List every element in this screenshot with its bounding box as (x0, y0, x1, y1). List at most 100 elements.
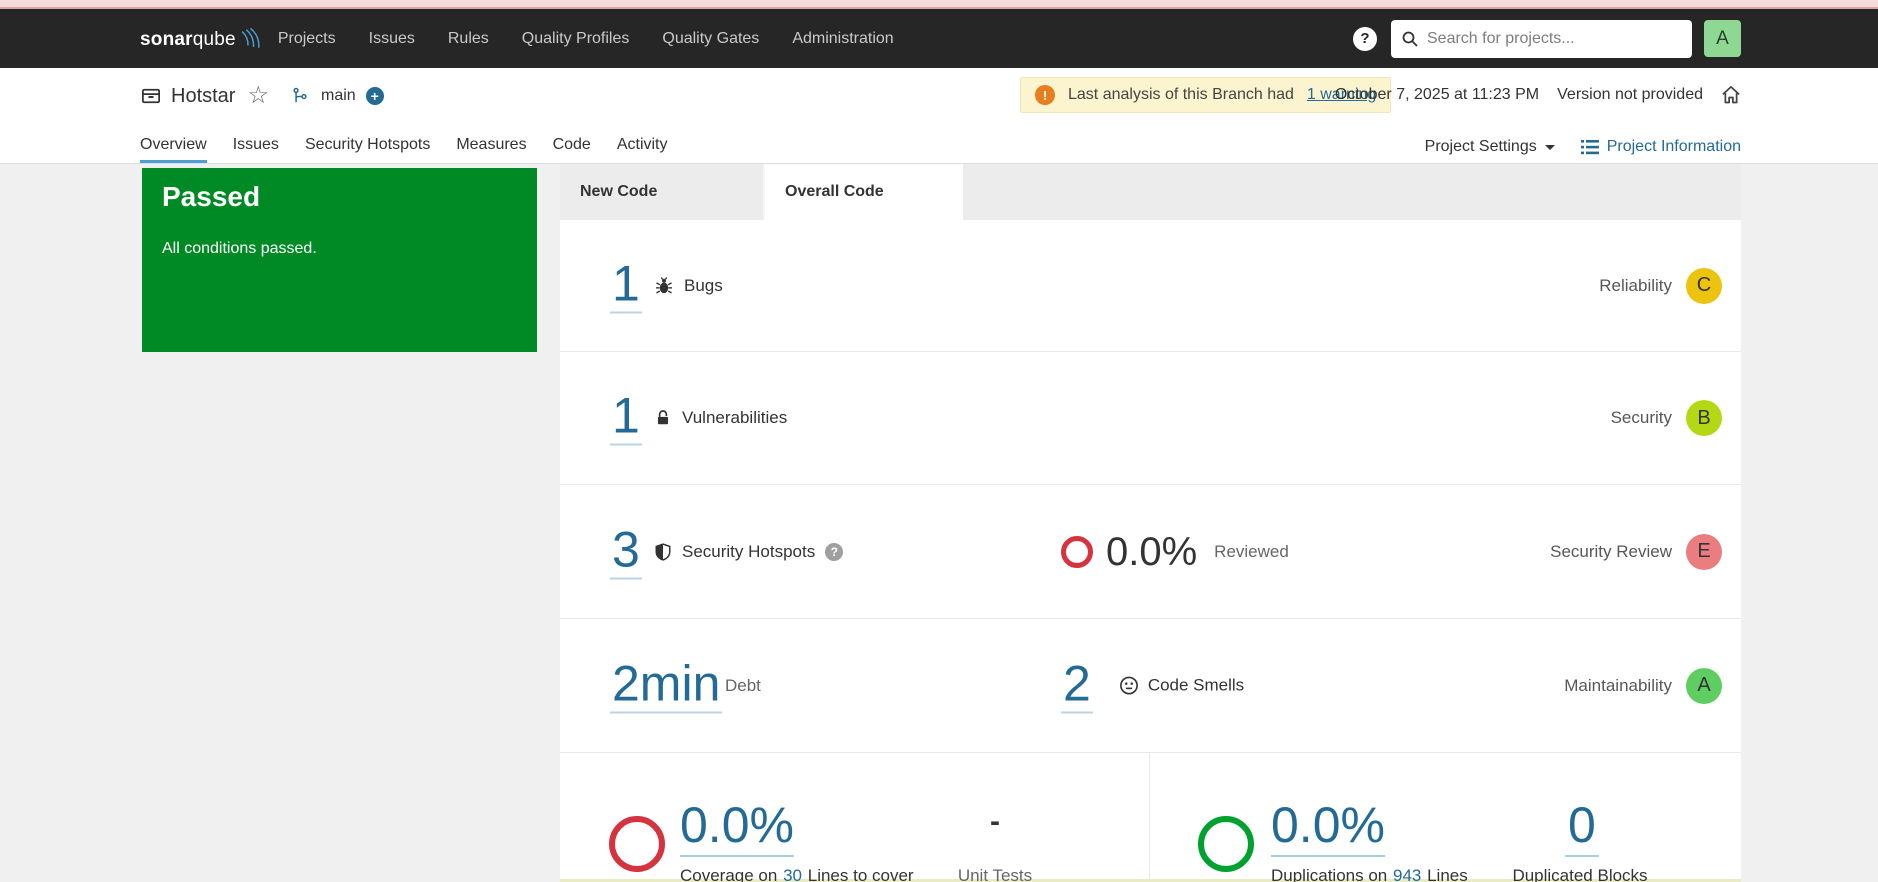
tab-overall-code[interactable]: Overall Code (765, 164, 963, 220)
maintainability-rating-group: Maintainability A (1564, 667, 1722, 704)
project-title: Hotstar (171, 84, 236, 107)
analysis-meta: October 7, 2025 at 11:23 PM Version not … (1335, 77, 1741, 113)
project-tabs: Overview Issues Security Hotspots Measur… (140, 136, 668, 163)
shield-icon (655, 542, 671, 561)
add-branch-button[interactable]: + (365, 87, 384, 105)
coverage-label: Coverage on 30 Lines to cover (680, 866, 914, 882)
hotspots-count-link[interactable]: 3 (610, 524, 642, 579)
home-icon[interactable] (1721, 85, 1741, 105)
project-information-button[interactable]: Project Information (1580, 138, 1741, 156)
help-icon[interactable]: ? (1353, 26, 1377, 51)
project-settings-dropdown[interactable]: Project Settings (1425, 138, 1555, 156)
hotspots-help-icon[interactable]: ? (825, 542, 844, 561)
logo-swoosh-icon (241, 28, 260, 48)
overview-content: Passed All conditions passed. New Code O… (0, 164, 1878, 882)
sonarqube-app: sonar qube Projects Issues Rules Quality … (0, 0, 1878, 882)
reviewed-label: Reviewed (1214, 541, 1289, 561)
nav-item-issues[interactable]: Issues (369, 30, 415, 48)
reviewed-ring-icon (1061, 535, 1093, 568)
logo-text-light: qube (192, 29, 236, 50)
security-review-rating-badge[interactable]: E (1686, 533, 1722, 570)
chevron-down-icon (1544, 144, 1555, 155)
browser-top-strip (0, 0, 1878, 9)
search-icon (1402, 31, 1418, 47)
coverage-label-after: Lines to cover (807, 866, 914, 882)
duplications-label-before: Duplications on (1271, 866, 1388, 882)
tab-security-hotspots[interactable]: Security Hotspots (305, 136, 430, 163)
measures-panel: New Code Overall Code 1 Bugs Reliability… (560, 164, 1741, 882)
project-header-actions: Project Settings Project Information (1425, 138, 1741, 156)
tab-strip-filler (963, 164, 1741, 220)
nav-item-projects[interactable]: Projects (278, 30, 336, 48)
bugs-row: 1 Bugs Reliability C (560, 220, 1741, 352)
branch-selector[interactable]: main (321, 87, 356, 105)
coverage-value-link[interactable]: 0.0% (680, 800, 794, 857)
top-navbar: sonar qube Projects Issues Rules Quality … (0, 9, 1878, 68)
warning-icon: ! (1035, 85, 1055, 105)
duplications-value-link[interactable]: 0.0% (1271, 800, 1385, 857)
security-review-rating-group: Security Review E (1550, 533, 1722, 570)
bugs-label-group: Bugs (654, 276, 723, 296)
code-smells-icon (1119, 676, 1138, 695)
maintainability-rating-badge[interactable]: A (1686, 667, 1722, 704)
security-hotspots-row: 3 Security Hotspots ? 0.0% Reviewed Secu… (560, 485, 1741, 619)
hotspots-label: Security Hotspots (682, 541, 816, 561)
code-smells-label: Code Smells (1147, 675, 1245, 695)
tab-new-code[interactable]: New Code (560, 164, 763, 220)
lines-to-cover-link[interactable]: 30 (782, 866, 803, 882)
unit-tests-label: Unit Tests (957, 866, 1033, 882)
security-rating-badge[interactable]: B (1686, 400, 1722, 436)
duplications-ring-icon (1198, 816, 1254, 872)
vulnerabilities-count-link[interactable]: 1 (610, 391, 642, 446)
duplicated-lines-link[interactable]: 943 (1391, 866, 1423, 882)
duplicated-blocks-count-link[interactable]: 0 (1565, 800, 1599, 857)
reviewed-value: 0.0% (1106, 529, 1198, 574)
nav-item-administration[interactable]: Administration (792, 30, 893, 48)
reliability-rating-group: Reliability C (1599, 267, 1722, 304)
tab-measures[interactable]: Measures (456, 136, 526, 163)
coverage-duplications-section: 0.0% Coverage on 30 Lines to cover - Uni… (560, 753, 1741, 882)
project-header: Hotstar ☆ main + ! Last analysis of this… (0, 68, 1878, 164)
lock-icon (657, 410, 669, 425)
coverage-cell: 0.0% Coverage on 30 Lines to cover - Uni… (560, 753, 1150, 882)
code-period-tabs: New Code Overall Code (560, 164, 1741, 220)
user-avatar[interactable]: A (1704, 20, 1741, 57)
reliability-rating-badge[interactable]: C (1686, 267, 1722, 304)
project-information-label: Project Information (1606, 138, 1741, 155)
tab-activity[interactable]: Activity (617, 136, 668, 163)
quality-gate-status: Passed (162, 181, 261, 212)
debt-label: Debt (725, 675, 761, 695)
nav-item-quality-gates[interactable]: Quality Gates (662, 30, 759, 48)
branch-icon (293, 87, 307, 103)
bugs-label: Bugs (684, 275, 723, 295)
bugs-count-link[interactable]: 1 (610, 258, 642, 313)
tab-issues[interactable]: Issues (233, 136, 279, 163)
vulnerabilities-label: Vulnerabilities (682, 408, 788, 427)
duplicated-blocks-label: Duplicated Blocks (1512, 866, 1648, 882)
tab-code[interactable]: Code (553, 136, 591, 163)
reliability-label: Reliability (1599, 275, 1672, 295)
tab-overview[interactable]: Overview (140, 136, 207, 163)
search-input[interactable] (1427, 29, 1677, 48)
sonarqube-logo[interactable]: sonar qube (140, 26, 262, 51)
project-search[interactable] (1391, 19, 1692, 58)
list-icon (1580, 139, 1599, 154)
debt-value-link[interactable]: 2min (610, 658, 723, 713)
coverage-label-before: Coverage on (680, 866, 778, 882)
nav-item-rules[interactable]: Rules (448, 30, 489, 48)
analysis-date: October 7, 2025 at 11:23 PM (1334, 86, 1540, 103)
maintainability-label: Maintainability (1564, 675, 1672, 695)
duplications-cell: 0.0% Duplications on 943 Lines 0 Duplica… (1150, 753, 1741, 882)
security-label: Security (1610, 408, 1672, 427)
code-smells-count-link[interactable]: 2 (1061, 658, 1093, 713)
warning-text: Last analysis of this Branch had (1068, 86, 1294, 103)
main-nav: Projects Issues Rules Quality Profiles Q… (278, 30, 894, 48)
security-review-label: Security Review (1550, 541, 1672, 561)
coverage-ring-icon (609, 816, 665, 872)
nav-item-quality-profiles[interactable]: Quality Profiles (522, 30, 630, 48)
project-icon (142, 88, 160, 104)
project-title-row: Hotstar ☆ main + (141, 76, 384, 116)
favorite-star-icon[interactable]: ☆ (247, 84, 269, 108)
vulnerabilities-label-group: Vulnerabilities (654, 408, 787, 428)
duplications-label-after: Lines (1427, 866, 1468, 882)
